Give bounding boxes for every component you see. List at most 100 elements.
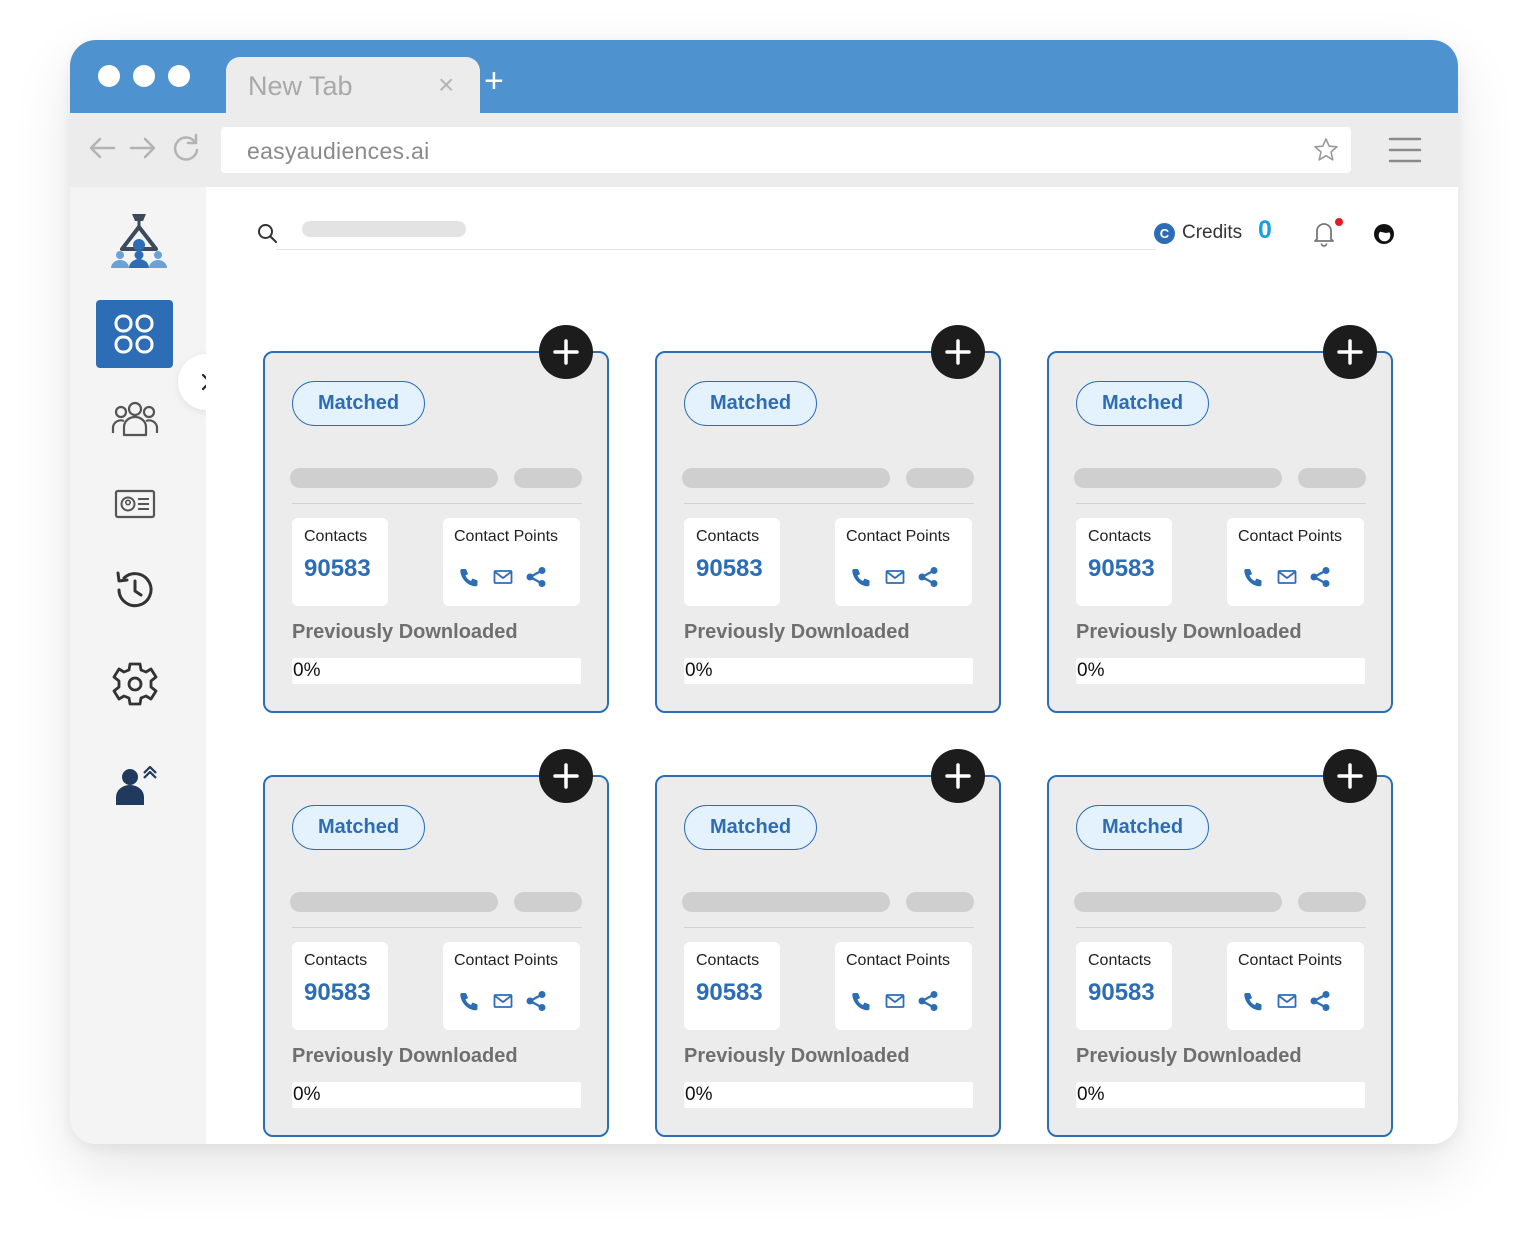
gear-icon[interactable] [110, 659, 160, 709]
window-dot-minimize[interactable] [133, 65, 155, 87]
share-icon[interactable] [917, 990, 939, 1012]
share-icon[interactable] [1309, 566, 1331, 588]
email-icon[interactable] [884, 566, 906, 588]
contact-points-label: Contact Points [846, 528, 951, 545]
hamburger-menu-icon[interactable] [1388, 135, 1422, 165]
tab-close-icon[interactable]: × [438, 69, 454, 101]
download-progress-text: 0% [685, 1084, 713, 1105]
logo-icon[interactable] [108, 211, 170, 269]
contact-points-label: Contact Points [454, 528, 559, 545]
download-progress-text: 0% [293, 660, 321, 681]
title-placeholder [290, 892, 498, 912]
url-text: easyaudiences.ai [247, 138, 430, 164]
download-progress-bar: 0% [292, 658, 581, 684]
forward-arrow-icon[interactable] [125, 131, 159, 165]
share-icon[interactable] [917, 566, 939, 588]
audience-card[interactable]: Matched Contacts 90583 Contact Points Pr… [263, 351, 609, 713]
add-card-button[interactable] [1323, 325, 1377, 379]
plus-icon [945, 339, 971, 365]
audience-card[interactable]: Matched Contacts 90583 Contact Points Pr… [1047, 775, 1393, 1137]
contacts-value: 90583 [696, 555, 763, 582]
plus-icon [1337, 763, 1363, 789]
users-group-icon[interactable] [110, 395, 160, 445]
title-placeholder [290, 468, 498, 488]
card-divider [684, 927, 974, 928]
contacts-value: 90583 [304, 555, 371, 582]
window-dot-close[interactable] [98, 65, 120, 87]
share-icon[interactable] [525, 566, 547, 588]
contact-points-label: Contact Points [1238, 952, 1343, 969]
phone-icon[interactable] [1242, 566, 1264, 588]
contacts-value: 90583 [1088, 555, 1155, 582]
audience-card[interactable]: Matched Contacts 90583 Contact Points Pr… [655, 775, 1001, 1137]
share-icon[interactable] [1309, 990, 1331, 1012]
contacts-value: 90583 [1088, 979, 1155, 1006]
contacts-stat: Contacts 90583 [1076, 518, 1172, 606]
bookmark-star-icon[interactable] [1313, 137, 1339, 163]
sidebar [70, 187, 234, 1144]
title-placeholder [682, 892, 890, 912]
status-badge: Matched [684, 381, 817, 426]
notification-dot [1335, 218, 1343, 226]
user-upgrade-icon[interactable] [110, 761, 160, 811]
history-icon[interactable] [110, 565, 160, 615]
contacts-stat: Contacts 90583 [292, 518, 388, 606]
address-bar[interactable]: easyaudiences.ai [221, 127, 1351, 173]
bell-icon[interactable] [1310, 219, 1338, 247]
contacts-stat: Contacts 90583 [684, 942, 780, 1030]
tab-title: New Tab [248, 71, 353, 101]
download-progress-bar: 0% [292, 1082, 581, 1108]
contact-points-stat: Contact Points [835, 942, 972, 1030]
phone-icon[interactable] [850, 990, 872, 1012]
phone-icon[interactable] [458, 990, 480, 1012]
add-card-button[interactable] [539, 749, 593, 803]
add-card-button[interactable] [931, 749, 985, 803]
sidebar-item-dashboard[interactable] [96, 300, 173, 368]
previously-downloaded-label: Previously Downloaded [292, 1045, 518, 1067]
contacts-label: Contacts [696, 952, 760, 969]
subtitle-placeholder [1298, 468, 1366, 488]
add-card-button[interactable] [931, 325, 985, 379]
email-icon[interactable] [1276, 566, 1298, 588]
card-divider [1076, 503, 1366, 504]
phone-icon[interactable] [850, 566, 872, 588]
back-arrow-icon[interactable] [86, 131, 120, 165]
subtitle-placeholder [514, 468, 582, 488]
new-tab-button[interactable]: + [484, 64, 504, 98]
avatar-icon[interactable] [1372, 222, 1396, 246]
add-card-button[interactable] [539, 325, 593, 379]
previously-downloaded-label: Previously Downloaded [684, 621, 910, 643]
contacts-label: Contacts [696, 528, 760, 545]
audience-card[interactable]: Matched Contacts 90583 Contact Points Pr… [655, 351, 1001, 713]
email-icon[interactable] [884, 990, 906, 1012]
status-badge: Matched [684, 805, 817, 850]
audience-card[interactable]: Matched Contacts 90583 Contact Points Pr… [1047, 351, 1393, 713]
email-icon[interactable] [492, 990, 514, 1012]
credits-badge-icon: C [1154, 223, 1175, 244]
phone-icon[interactable] [1242, 990, 1264, 1012]
window-dot-maximize[interactable] [168, 65, 190, 87]
contacts-value: 90583 [696, 979, 763, 1006]
email-icon[interactable] [492, 566, 514, 588]
id-card-icon[interactable] [110, 479, 160, 529]
email-icon[interactable] [1276, 990, 1298, 1012]
search-icon[interactable] [256, 222, 278, 244]
share-icon[interactable] [525, 990, 547, 1012]
add-card-button[interactable] [1323, 749, 1377, 803]
search-input[interactable] [302, 221, 466, 237]
contacts-value: 90583 [304, 979, 371, 1006]
contact-points-stat: Contact Points [1227, 518, 1364, 606]
audience-card[interactable]: Matched Contacts 90583 Contact Points Pr… [263, 775, 609, 1137]
browser-tab[interactable]: New Tab × [226, 57, 480, 113]
download-progress-bar: 0% [684, 1082, 973, 1108]
title-placeholder [682, 468, 890, 488]
contact-points-stat: Contact Points [1227, 942, 1364, 1030]
contacts-label: Contacts [304, 528, 368, 545]
credits-value: 0 [1258, 216, 1272, 244]
previously-downloaded-label: Previously Downloaded [684, 1045, 910, 1067]
previously-downloaded-label: Previously Downloaded [1076, 621, 1302, 643]
reload-icon[interactable] [169, 131, 203, 165]
phone-icon[interactable] [458, 566, 480, 588]
status-badge: Matched [292, 381, 425, 426]
download-progress-bar: 0% [684, 658, 973, 684]
